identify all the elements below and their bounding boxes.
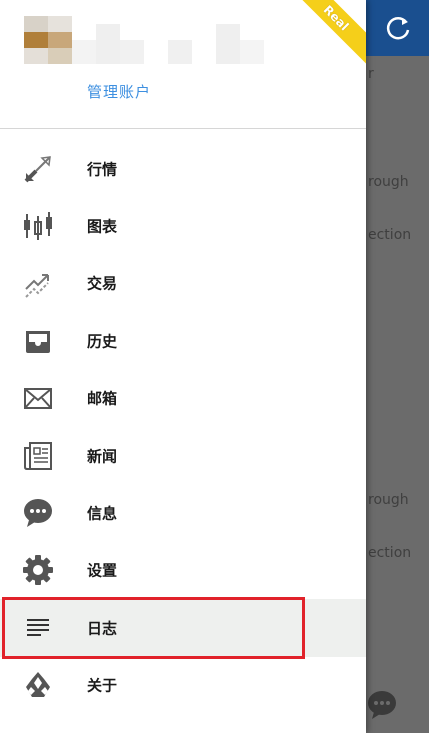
account-name-redacted xyxy=(216,24,240,64)
menu-item-label: 信息 xyxy=(87,504,118,523)
menu-item-trade[interactable]: 交易 xyxy=(0,255,366,312)
newspaper-icon xyxy=(24,441,52,470)
refresh-icon[interactable] xyxy=(382,12,414,44)
menu-item-history[interactable]: 历史 xyxy=(0,312,366,369)
background-text: rough xyxy=(368,492,409,508)
drawer-header: 管理账户 Real xyxy=(0,0,366,129)
background-text: ection xyxy=(368,545,412,561)
account-name-redacted xyxy=(120,40,144,64)
menu-item-messages[interactable]: 信息 xyxy=(0,484,366,541)
background-text: rough xyxy=(368,174,409,190)
menu-item-label: 行情 xyxy=(87,160,118,179)
manage-account-link[interactable]: 管理账户 xyxy=(87,81,151,102)
avatar[interactable] xyxy=(24,16,72,64)
background-text: r xyxy=(368,66,374,82)
account-name-redacted xyxy=(96,24,120,64)
background-text: ection xyxy=(368,227,412,243)
mail-icon xyxy=(24,388,52,410)
gear-icon xyxy=(23,555,53,586)
real-account-ribbon: Real xyxy=(285,0,366,69)
about-logo-icon xyxy=(26,672,50,698)
chat-icon[interactable] xyxy=(366,690,398,720)
menu-item-settings[interactable]: 设置 xyxy=(0,542,366,599)
account-name-redacted xyxy=(72,40,96,64)
menu-item-label: 交易 xyxy=(87,274,118,293)
menu-item-label: 邮箱 xyxy=(87,389,118,408)
menu-item-news[interactable]: 新闻 xyxy=(0,427,366,484)
quotes-arrows-icon xyxy=(24,155,51,183)
menu-item-label: 新闻 xyxy=(87,447,118,466)
menu-item-label: 图表 xyxy=(87,217,118,236)
menu-item-label: 关于 xyxy=(87,676,118,695)
menu-item-about[interactable]: 关于 xyxy=(0,657,366,714)
menu-item-quotes[interactable]: 行情 xyxy=(0,140,366,197)
selection-highlight-box xyxy=(2,597,305,659)
chat-bubble-icon xyxy=(24,499,52,528)
menu-item-chart[interactable]: 图表 xyxy=(0,197,366,254)
menu-item-label: 设置 xyxy=(87,561,118,580)
account-name-redacted xyxy=(168,40,192,64)
inbox-history-icon xyxy=(26,330,50,353)
trade-icon xyxy=(25,274,49,299)
menu-item-label: 历史 xyxy=(87,332,118,351)
menu-item-mailbox[interactable]: 邮箱 xyxy=(0,370,366,427)
candlestick-chart-icon xyxy=(24,212,52,241)
account-name-redacted xyxy=(240,40,264,64)
